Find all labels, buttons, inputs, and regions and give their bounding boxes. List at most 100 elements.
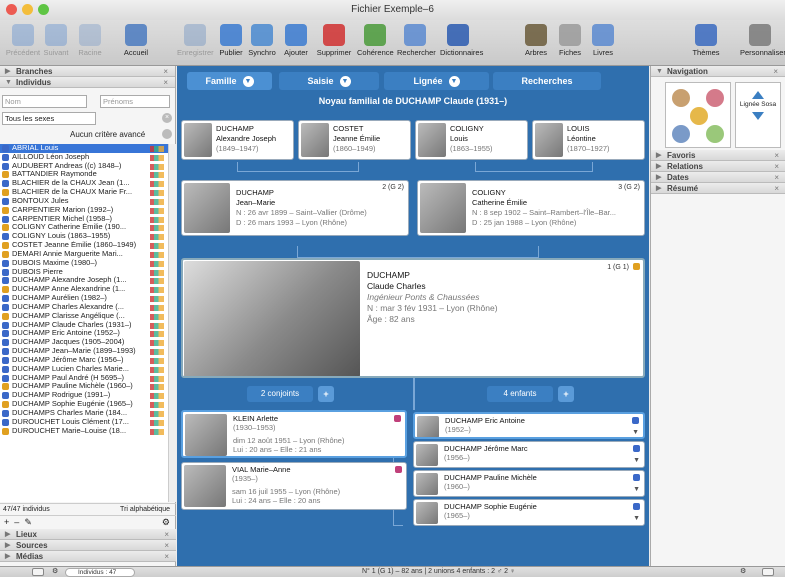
list-item[interactable]: DUCHAMP Lucien Charles Marie... bbox=[0, 365, 168, 374]
grandparent-card[interactable]: COLIGNY Louis (1863–1955) bbox=[415, 120, 528, 160]
section-dates[interactable]: ▶ Dates × bbox=[651, 172, 785, 183]
grandparent-card[interactable]: DUCHAMP Alexandre Joseph (1849–1947) bbox=[181, 120, 294, 160]
section-sources[interactable]: ▶ Sources × bbox=[0, 540, 176, 551]
parent-card[interactable]: COLIGNY Catherine Émilie N : 8 sep 1902 – … bbox=[417, 180, 645, 236]
minimize-window-button[interactable] bbox=[22, 4, 33, 15]
toolbar-livres-button[interactable]: Livres bbox=[585, 24, 621, 57]
list-item[interactable]: DUCHAMP Aurélien (1982–) bbox=[0, 294, 168, 303]
section-branches[interactable]: ▶ Branches × bbox=[0, 66, 175, 77]
list-item[interactable]: DUCHAMP Jean–Marie (1899–1993) bbox=[0, 347, 168, 356]
child-card[interactable]: DUCHAMP Eric Antoine (1952–) ▼ bbox=[413, 412, 645, 439]
toolbar-supprimer-button[interactable]: Supprimer bbox=[316, 24, 352, 57]
list-item[interactable]: DUBOIS Maxime (1980–) bbox=[0, 259, 168, 268]
child-card[interactable]: DUCHAMP Sophie Eugénie (1965–) ▼ bbox=[413, 499, 645, 526]
list-item[interactable]: DUCHAMP Charles Alexandre (... bbox=[0, 303, 168, 312]
navigation-widget[interactable] bbox=[665, 82, 731, 148]
section-favoris[interactable]: ▶ Favoris × bbox=[651, 150, 785, 161]
toolbar-racine-button[interactable]: Racine bbox=[72, 24, 108, 57]
toolbar-coherence-button[interactable]: Cohérence bbox=[357, 24, 394, 57]
clear-criteria-icon[interactable] bbox=[162, 129, 172, 139]
list-item[interactable]: DUCHAMP Clarisse Angélique (... bbox=[0, 312, 168, 321]
section-relations[interactable]: ▶ Relations × bbox=[651, 161, 785, 172]
list-item[interactable]: ABRIAL Louis bbox=[0, 144, 168, 153]
toolbar-arbres-button[interactable]: Arbres bbox=[518, 24, 554, 57]
add-child-button[interactable]: + bbox=[558, 386, 574, 402]
list-item[interactable]: DUCHAMPS Charles Marie (184... bbox=[0, 409, 168, 418]
child-card[interactable]: DUCHAMP Pauline Michèle (1960–) ▼ bbox=[413, 470, 645, 497]
people-list-scrollbar[interactable] bbox=[168, 144, 176, 502]
spouse-card[interactable]: KLEIN Arlette (1930–1953) dim 12 août 1951… bbox=[181, 410, 407, 458]
list-item[interactable]: DUBOIS Pierre bbox=[0, 268, 168, 277]
sort-menu[interactable]: Tri alphabétique bbox=[120, 504, 170, 515]
list-item[interactable]: DUCHAMP Pauline Michèle (1960–) bbox=[0, 382, 168, 391]
section-lieux[interactable]: ▶ Lieux × bbox=[0, 529, 176, 540]
toolbar-enregistrer-button[interactable]: Enregistrer bbox=[177, 24, 214, 57]
prenoms-input[interactable]: Prénoms bbox=[100, 95, 170, 108]
list-item[interactable]: BLACHIER de la CHAUX Jean (1... bbox=[0, 179, 168, 188]
list-item[interactable]: COLIGNY Louis (1863–1955) bbox=[0, 232, 168, 241]
toolbar-dictionnaires-button[interactable]: Dictionnaires bbox=[440, 24, 483, 57]
list-item[interactable]: DUCHAMP Paul André (H 5695–) bbox=[0, 374, 168, 383]
add-spouse-button[interactable]: + bbox=[318, 386, 334, 402]
gear-icon[interactable]: ⚙ bbox=[740, 567, 746, 577]
toolbar-personnaliser-button[interactable]: Personnaliser bbox=[740, 24, 785, 57]
list-item[interactable]: DUCHAMP Eric Antoine (1952–) bbox=[0, 329, 168, 338]
arrow-down-icon[interactable] bbox=[752, 112, 764, 120]
chevron-down-icon[interactable]: ▼ bbox=[633, 456, 640, 466]
list-item[interactable]: DUCHAMP Alexandre Joseph (1... bbox=[0, 276, 168, 285]
individus-count-field[interactable]: Individus : 47 bbox=[65, 568, 135, 577]
toolbar-suivant-button[interactable]: Suivant bbox=[38, 24, 74, 57]
edit-icon[interactable]: ✎ bbox=[24, 517, 32, 527]
section-médias[interactable]: ▶ Médias × bbox=[0, 551, 176, 562]
list-item[interactable]: BLACHIER de la CHAUX Marie Fr... bbox=[0, 188, 168, 197]
list-item[interactable]: AUDUBERT Andreas ((c) 1848–) bbox=[0, 162, 168, 171]
grandparent-card[interactable]: COSTET Jeanne Émilie (1860–1949) bbox=[298, 120, 411, 160]
tab-recherches[interactable]: Recherches bbox=[493, 72, 601, 90]
panel-toggle-button[interactable] bbox=[762, 568, 774, 576]
toolbar-accueil-button[interactable]: Accueil bbox=[118, 24, 154, 57]
list-item[interactable]: COLIGNY Catherine Émilie (190... bbox=[0, 223, 168, 232]
list-item[interactable]: DUCHAMP Jérôme Marc (1956–) bbox=[0, 356, 168, 365]
gear-icon[interactable]: ⚙ bbox=[52, 567, 58, 577]
chevron-down-icon[interactable]: ▼ bbox=[633, 514, 640, 524]
grandparent-card[interactable]: LOUIS Léontine (1870–1927) bbox=[532, 120, 645, 160]
toolbar-ajouter-button[interactable]: Ajouter bbox=[278, 24, 314, 57]
chevron-down-icon[interactable]: ▼ bbox=[633, 485, 640, 495]
toolbar-themes-button[interactable]: Thèmes bbox=[688, 24, 724, 57]
list-item[interactable]: DUCHAMP Jacques (1905–2004) bbox=[0, 338, 168, 347]
list-item[interactable]: DUROUCHET Louis Clément (17... bbox=[0, 418, 168, 427]
nom-input[interactable]: Nom bbox=[2, 95, 87, 108]
remove-button[interactable]: – bbox=[14, 517, 19, 527]
spouses-pill[interactable]: 2 conjoints bbox=[247, 386, 313, 402]
section-individus[interactable]: ▼ Individus × bbox=[0, 77, 175, 88]
sex-select[interactable]: Tous les sexes bbox=[2, 112, 96, 125]
toolbar-precedent-button[interactable]: Précédent bbox=[5, 24, 41, 57]
clear-filter-icon[interactable]: × bbox=[162, 113, 172, 123]
list-item[interactable]: DUCHAMP Claude Charles (1931–) bbox=[0, 321, 168, 330]
arrow-up-icon[interactable] bbox=[752, 91, 764, 99]
list-item[interactable]: AILLOUD Léon Joseph bbox=[0, 153, 168, 162]
list-item[interactable]: DUCHAMP Anne Alexandrine (1... bbox=[0, 285, 168, 294]
list-item[interactable]: BATTANDIER Raymonde bbox=[0, 170, 168, 179]
add-button[interactable]: + bbox=[4, 517, 9, 527]
children-pill[interactable]: 4 enfants bbox=[487, 386, 553, 402]
parent-card[interactable]: DUCHAMP Jean–Marie N : 26 avr 1899 – Saint… bbox=[181, 180, 409, 236]
list-item[interactable]: CARPENTIER Michel (1958–) bbox=[0, 215, 168, 224]
view-button[interactable] bbox=[32, 568, 44, 576]
gear-icon[interactable]: ⚙ bbox=[162, 516, 170, 529]
toolbar-rechercher-button[interactable]: Rechercher bbox=[397, 24, 436, 57]
close-window-button[interactable] bbox=[6, 4, 17, 15]
tab-saisie[interactable]: Saisie ▼ bbox=[279, 72, 379, 90]
list-item[interactable]: DUCHAMP Sophie Eugénie (1965–) bbox=[0, 400, 168, 409]
tab-lignee[interactable]: Lignée ▼ bbox=[384, 72, 489, 90]
toolbar-fiches-button[interactable]: Fiches bbox=[552, 24, 588, 57]
toolbar-synchro-button[interactable]: Synchro bbox=[244, 24, 280, 57]
list-item[interactable]: DUCHAMP Rodrigue (1991–) bbox=[0, 391, 168, 400]
child-card[interactable]: DUCHAMP Jérôme Marc (1956–) ▼ bbox=[413, 441, 645, 468]
list-item[interactable]: CARPENTIER Marion (1992–) bbox=[0, 206, 168, 215]
list-item[interactable]: BONTOUX Jules bbox=[0, 197, 168, 206]
list-item[interactable]: DUROUCHET Marie–Louise (18... bbox=[0, 427, 168, 436]
zoom-window-button[interactable] bbox=[38, 4, 49, 15]
chevron-down-icon[interactable]: ▼ bbox=[632, 428, 639, 437]
list-item[interactable]: DEMARI Annie Marguerite Mari... bbox=[0, 250, 168, 259]
